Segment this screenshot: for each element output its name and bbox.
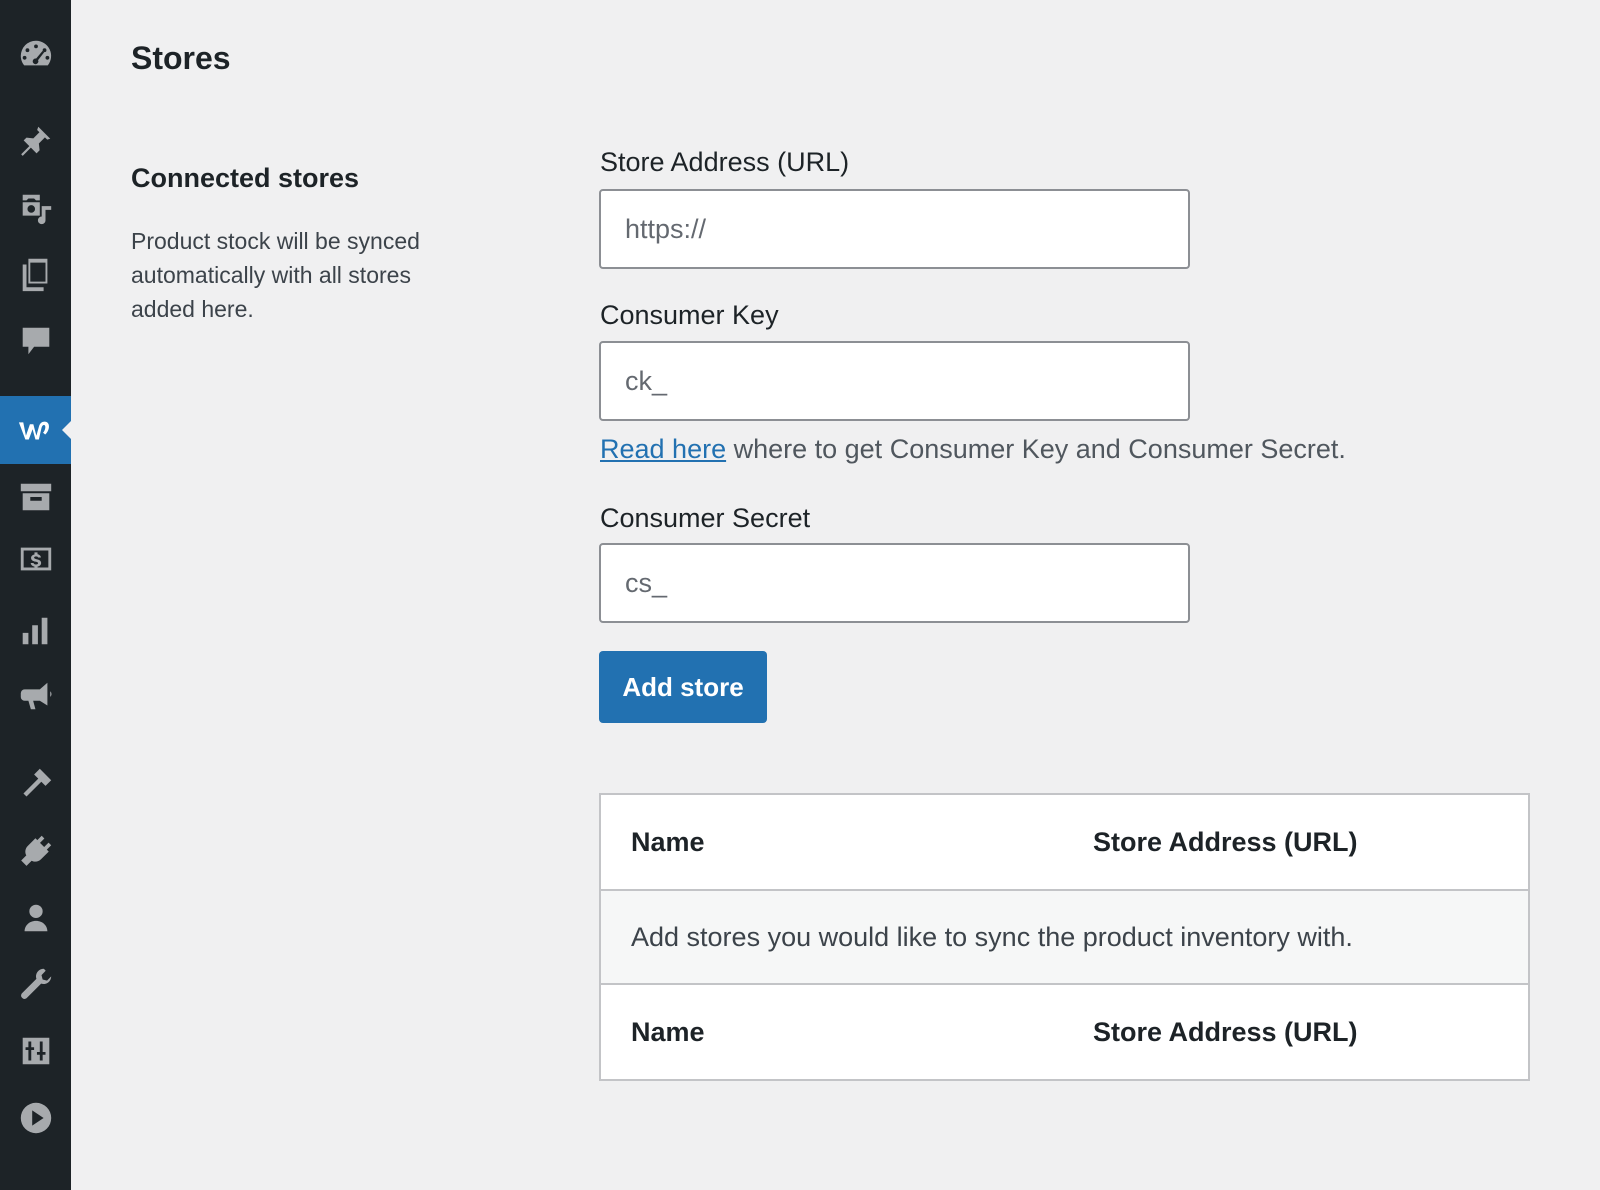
- help-text: where to get Consumer Key and Consumer S…: [726, 434, 1346, 464]
- money-icon[interactable]: [0, 534, 71, 584]
- column-header-name: Name: [600, 794, 1063, 891]
- media-icon[interactable]: [0, 183, 71, 233]
- admin-sidebar: [0, 0, 71, 1190]
- consumer-key-help: Read here where to get Consumer Key and …: [600, 434, 1346, 465]
- plugins-icon[interactable]: [0, 826, 71, 876]
- dashboard-icon[interactable]: [0, 29, 71, 79]
- comments-icon[interactable]: [0, 316, 71, 366]
- woocommerce-icon[interactable]: [0, 396, 71, 464]
- analytics-icon[interactable]: [0, 606, 71, 656]
- consumer-secret-input[interactable]: [599, 543, 1190, 623]
- settings-icon[interactable]: [0, 1026, 71, 1076]
- users-icon[interactable]: [0, 893, 71, 943]
- column-footer-store-address: Store Address (URL): [1063, 983, 1529, 1080]
- stores-table: Name Store Address (URL) Add stores you …: [599, 793, 1530, 1081]
- table-header-row: Name Store Address (URL): [600, 794, 1529, 891]
- read-here-link[interactable]: Read here: [600, 434, 726, 464]
- play-icon[interactable]: [0, 1093, 71, 1143]
- table-footer-row: Name Store Address (URL): [600, 983, 1529, 1080]
- pin-icon[interactable]: [0, 116, 71, 166]
- column-footer-name: Name: [600, 983, 1063, 1080]
- store-address-label: Store Address (URL): [600, 147, 850, 177]
- store-address-input[interactable]: [599, 189, 1190, 269]
- column-header-store-address: Store Address (URL): [1063, 794, 1529, 891]
- consumer-key-input[interactable]: [599, 341, 1190, 421]
- add-store-button[interactable]: Add store: [599, 651, 767, 723]
- appearance-icon[interactable]: [0, 759, 71, 809]
- empty-table-message: Add stores you would like to sync the pr…: [600, 890, 1529, 984]
- section-description: Product stock will be synced automatical…: [131, 228, 420, 322]
- table-row: Add stores you would like to sync the pr…: [600, 890, 1529, 984]
- tools-icon[interactable]: [0, 959, 71, 1009]
- consumer-secret-label: Consumer Secret: [600, 503, 811, 533]
- megaphone-icon[interactable]: [0, 671, 71, 721]
- pages-icon[interactable]: [0, 249, 71, 299]
- page-title: Stores: [131, 40, 231, 76]
- consumer-key-label: Consumer Key: [600, 300, 779, 330]
- archive-icon[interactable]: [0, 472, 71, 522]
- section-title: Connected stores: [131, 163, 360, 193]
